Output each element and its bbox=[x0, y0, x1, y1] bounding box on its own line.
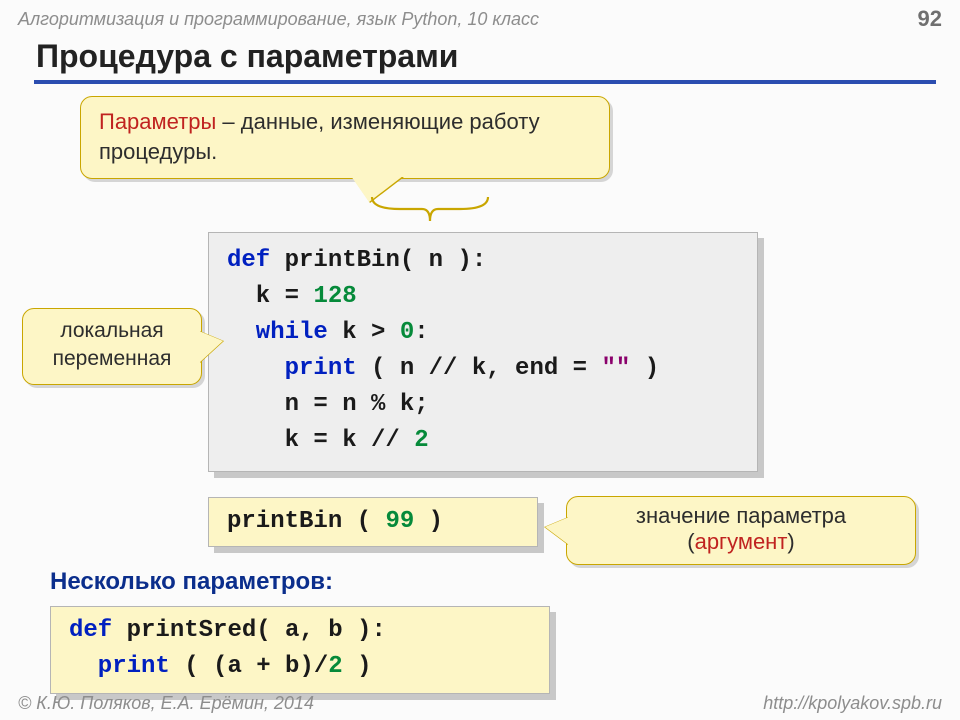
code-printSred: def printSred( a, b ): print ( (a + b)/2… bbox=[50, 606, 550, 694]
callout-tail bbox=[199, 331, 223, 363]
code-call: printBin ( 99 ) bbox=[208, 497, 538, 547]
callout-localvar-line2: переменная bbox=[53, 347, 172, 370]
term-parametry: Параметры bbox=[99, 109, 216, 134]
callout-parameters: Параметры – данные, изменяющие работу пр… bbox=[80, 96, 610, 179]
callout-tail bbox=[545, 517, 569, 545]
callout-localvar-line1: локальная bbox=[60, 319, 163, 342]
title-underline bbox=[34, 80, 936, 84]
course-title: Алгоритмизация и программирование, язык … bbox=[18, 9, 539, 30]
code-definition: def printBin( n ): k = 128 while k > 0: … bbox=[208, 232, 758, 472]
slide-footer: © К.Ю. Поляков, Е.А. Ерёмин, 2014 http:/… bbox=[0, 693, 960, 714]
callout-arg-line1: значение параметра bbox=[636, 503, 846, 528]
slide-header: Алгоритмизация и программирование, язык … bbox=[0, 6, 960, 32]
subtitle-multiple-params: Несколько параметров: bbox=[50, 568, 333, 596]
copyright: © К.Ю. Поляков, Е.А. Ерёмин, 2014 bbox=[18, 693, 314, 714]
page-title: Процедура с параметрами bbox=[36, 38, 458, 75]
callout-local-variable: локальная переменная bbox=[22, 308, 202, 385]
page-number: 92 bbox=[918, 6, 942, 32]
term-argument: аргумент bbox=[695, 529, 788, 554]
brace-icon bbox=[370, 195, 490, 223]
footer-url: http://kpolyakov.spb.ru bbox=[763, 693, 942, 714]
callout-argument: значение параметра (аргумент) bbox=[566, 496, 916, 565]
